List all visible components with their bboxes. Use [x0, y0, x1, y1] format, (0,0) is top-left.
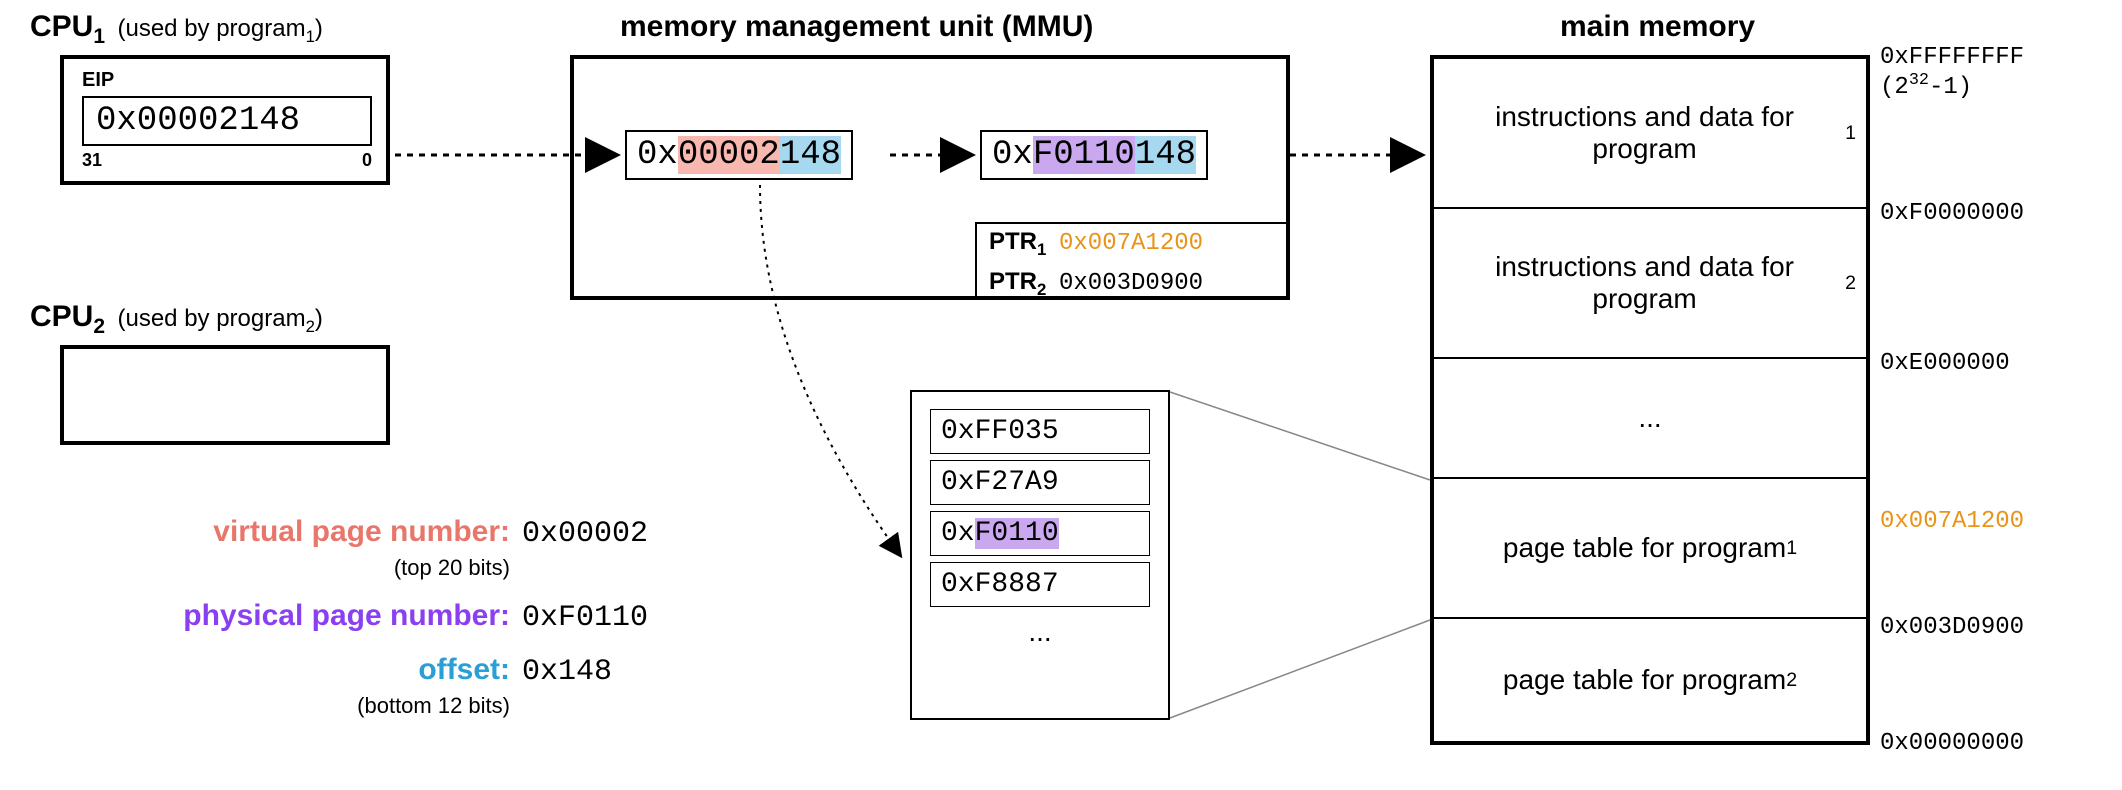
ptr1-label: PTR1 [989, 228, 1059, 260]
vpn-label: virtual page number: [130, 515, 510, 549]
ppn-label: physical page number: [130, 599, 510, 633]
vpn-value: 0x00002 [522, 517, 648, 551]
vaddr-prefix: 0x [637, 136, 678, 174]
memory-address: 0xF0000000 [1880, 200, 2024, 227]
memory-address: 0xFFFFFFFF(232-1) [1880, 44, 2024, 101]
ptr1-row: PTR1 0x007A1200 [977, 224, 1289, 264]
page-table-row: 0xF0110 [930, 511, 1150, 556]
page-table-register-box: PTR1 0x007A1200 PTR2 0x003D0900 [975, 222, 1289, 300]
bit-lo: 0 [362, 150, 372, 171]
ptr2-value: 0x003D0900 [1059, 270, 1203, 297]
memory-address: 0x00000000 [1880, 730, 2024, 757]
vpn-note: (top 20 bits) [130, 555, 510, 581]
cpu1-label: CPU1 [30, 10, 105, 43]
cpu2-title: CPU2 (used by program2) [30, 300, 323, 339]
vaddr-offset: 148 [780, 136, 841, 174]
vaddr-vpn: 00002 [678, 136, 780, 174]
page-table-row: 0xF8887 [930, 562, 1150, 607]
paddr-prefix: 0x [992, 136, 1033, 174]
cpu2-box [60, 345, 390, 445]
ptr2-label: PTR2 [989, 268, 1059, 300]
ptr1-value: 0x007A1200 [1059, 230, 1203, 257]
memory-cell: instructions and data for program1 [1434, 59, 1866, 209]
memory-box: instructions and data for program1instru… [1430, 55, 1870, 745]
memory-address: 0x007A1200 [1880, 508, 2024, 535]
memory-cell: instructions and data for program2 [1434, 209, 1866, 359]
memory-cell: page table for program1 [1434, 479, 1866, 619]
memory-address: 0xE000000 [1880, 350, 2010, 377]
page-table-row: 0xFF035 [930, 409, 1150, 454]
cpu2-subtitle: (used by program2) [117, 305, 322, 332]
offset-value: 0x148 [522, 655, 612, 689]
bit-hi: 31 [82, 150, 102, 171]
paddr-offset: 148 [1135, 136, 1196, 174]
offset-note: (bottom 12 bits) [130, 693, 510, 719]
cpu2-label: CPU2 [30, 300, 105, 333]
legend: virtual page number: 0x00002 (top 20 bit… [130, 515, 648, 737]
mmu-physical-address: 0xF0110148 [980, 130, 1208, 180]
cpu1-title: CPU1 (used by program1) [30, 10, 323, 49]
cpu1-box: EIP 0x00002148 31 0 [60, 55, 390, 185]
mmu-title: memory management unit (MMU) [620, 10, 1093, 44]
ppn-value: 0xF0110 [522, 601, 648, 635]
offset-label: offset: [130, 653, 510, 687]
cpu1-subtitle: (used by program1) [117, 15, 322, 42]
paddr-ppn: F0110 [1033, 136, 1135, 174]
page-table-row: 0xF27A9 [930, 460, 1150, 505]
memory-cell: page table for program2 [1434, 619, 1866, 741]
eip-label: EIP [82, 69, 368, 92]
memory-title: main memory [1560, 10, 1755, 44]
page-table-popup: 0xFF035 0xF27A9 0xF0110 0xF8887... [910, 390, 1170, 720]
eip-value: 0x00002148 [82, 96, 372, 146]
memory-cell: ... [1434, 359, 1866, 479]
ptr2-row: PTR2 0x003D0900 [977, 264, 1289, 304]
memory-address: 0x003D0900 [1880, 614, 2024, 641]
page-table-ellipsis: ... [1028, 616, 1051, 648]
bit-range: 31 0 [82, 150, 372, 171]
mmu-virtual-address: 0x00002148 [625, 130, 853, 180]
